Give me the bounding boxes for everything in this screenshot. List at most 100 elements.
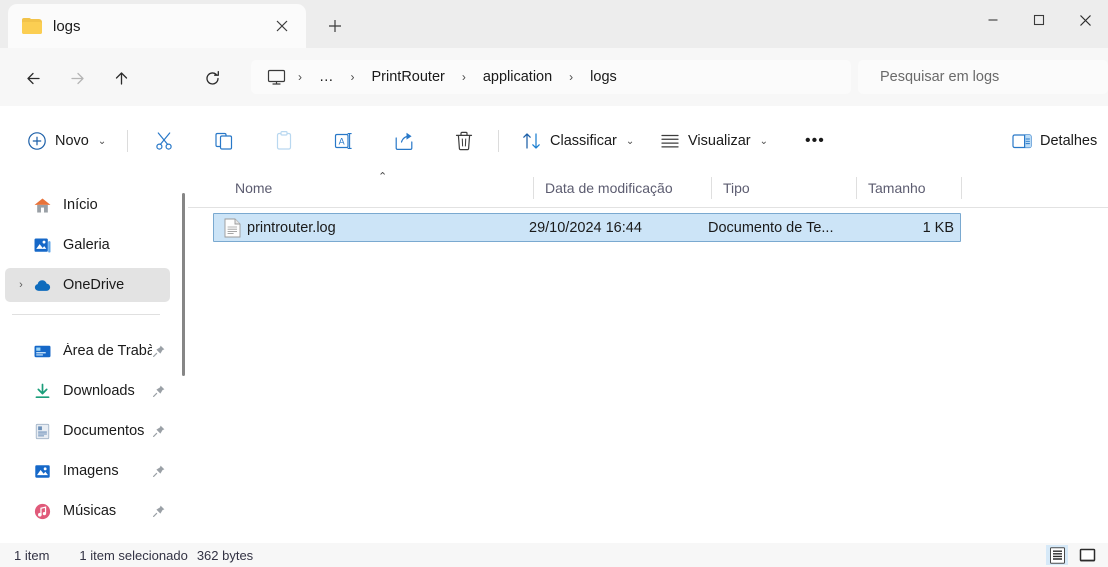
- sidebar-item-onedrive[interactable]: › OneDrive: [5, 268, 170, 302]
- paste-icon: [276, 131, 292, 150]
- toolbar-divider-1: [127, 130, 128, 152]
- file-modified-cell: 29/10/2024 16:44: [529, 219, 642, 236]
- sidebar-item-galeria[interactable]: Galeria: [5, 228, 170, 262]
- maximize-icon: [1033, 14, 1045, 26]
- sidebar-item-imagens[interactable]: Imagens: [5, 454, 170, 488]
- rename-button[interactable]: A: [325, 124, 363, 158]
- new-button-label: Novo: [55, 133, 89, 149]
- address-bar[interactable]: › … › PrintRouter › application › logs: [251, 60, 851, 94]
- column-header-nome[interactable]: ⌃ Nome: [223, 168, 533, 207]
- view-button[interactable]: Visualizar ⌄: [651, 124, 776, 158]
- chevron-right-icon[interactable]: ›: [14, 278, 28, 292]
- sort-button[interactable]: Classificar ⌄: [513, 124, 642, 158]
- column-header-tamanho[interactable]: Tamanho: [856, 168, 961, 207]
- gallery-icon: [34, 237, 51, 253]
- search-input[interactable]: [880, 69, 1095, 85]
- sidebar-item-label: Documentos: [63, 423, 145, 439]
- details-view-icon: [1049, 546, 1065, 564]
- sidebar-item-label: OneDrive: [63, 277, 125, 293]
- sort-button-label: Classificar: [550, 133, 617, 149]
- maximize-button[interactable]: [1016, 0, 1062, 40]
- plus-circle-icon: [28, 132, 46, 150]
- download-icon: [35, 383, 50, 398]
- share-icon: [395, 132, 413, 150]
- up-button[interactable]: [102, 62, 140, 94]
- plus-icon: [329, 20, 341, 32]
- close-icon: [1079, 14, 1091, 26]
- column-header-tipo[interactable]: Tipo: [711, 168, 856, 207]
- music-icon: [34, 503, 51, 519]
- copy-button[interactable]: [205, 124, 243, 158]
- pin-icon: [153, 505, 165, 517]
- sidebar-item-inicio[interactable]: Início: [5, 188, 170, 222]
- pin-icon: [153, 425, 165, 437]
- arrow-up-icon: [115, 71, 127, 85]
- file-type-cell: Documento de Te...: [708, 219, 834, 236]
- close-window-button[interactable]: [1062, 0, 1108, 40]
- title-bar: logs: [0, 0, 1108, 48]
- details-pane-icon: [1012, 134, 1032, 149]
- sidebar-item-label: Músicas: [63, 503, 117, 519]
- sidebar-item-label: Início: [63, 197, 98, 213]
- chevron-down-icon: ⌄: [97, 135, 107, 147]
- navigation-pane: Início Galeria › OneDrive Área de Trabà …: [0, 168, 188, 543]
- file-explorer-window: logs › … › PrintRouter › application › l…: [0, 0, 1108, 567]
- file-list-pane: ⌃ Nome Data de modificação Tipo Tamanho: [188, 168, 1108, 543]
- toolbar-divider-2: [498, 130, 499, 152]
- home-icon: [34, 197, 51, 213]
- new-button[interactable]: Novo ⌄: [18, 124, 114, 158]
- breadcrumb-separator-1: ›: [298, 70, 302, 84]
- breadcrumb-separator-3: ›: [461, 70, 466, 84]
- table-row[interactable]: printrouter.log 29/10/2024 16:44 Documen…: [213, 213, 961, 242]
- breadcrumb-application[interactable]: application: [474, 65, 561, 89]
- document-icon: [35, 423, 50, 439]
- breadcrumb-logs[interactable]: logs: [581, 65, 626, 89]
- breadcrumb-this-pc[interactable]: [263, 65, 290, 90]
- search-box[interactable]: [858, 60, 1108, 94]
- file-icon-cell: [222, 214, 242, 241]
- sidebar-scrollbar[interactable]: [182, 193, 185, 376]
- new-tab-button[interactable]: [320, 11, 350, 41]
- file-size-cell: 1 KB: [922, 219, 954, 236]
- column-label: Nome: [235, 179, 273, 196]
- cut-button[interactable]: [145, 124, 183, 158]
- share-button[interactable]: [385, 124, 423, 158]
- details-pane-button[interactable]: Detalhes: [1003, 124, 1105, 158]
- sidebar-item-label: Imagens: [63, 463, 119, 479]
- column-header-data[interactable]: Data de modificação: [533, 168, 711, 207]
- rename-icon: A: [334, 133, 352, 149]
- minimize-button[interactable]: [970, 0, 1016, 40]
- file-name-cell: printrouter.log: [247, 219, 336, 236]
- refresh-button[interactable]: [193, 62, 231, 94]
- text-file-icon: [224, 218, 240, 237]
- tab-logs[interactable]: logs: [8, 4, 306, 48]
- paste-button: [265, 124, 303, 158]
- sidebar-item-downloads[interactable]: Downloads: [5, 374, 170, 408]
- breadcrumb-printrouter[interactable]: PrintRouter: [363, 65, 454, 89]
- breadcrumb-overflow[interactable]: …: [310, 65, 343, 89]
- large-icons-view-button[interactable]: [1076, 545, 1098, 565]
- more-options-button[interactable]: •••: [797, 124, 833, 158]
- status-bar: 1 item 1 item selecionado 362 bytes: [0, 543, 1108, 567]
- sidebar-item-documentos[interactable]: Documentos: [5, 414, 170, 448]
- status-item-count: 1 item: [14, 547, 50, 563]
- sidebar-item-area-de-trabalho[interactable]: Área de Trabà: [5, 334, 170, 368]
- close-tab-icon[interactable]: [268, 12, 296, 40]
- back-button[interactable]: [14, 62, 52, 94]
- desktop-icon: [34, 345, 51, 357]
- column-divider-4[interactable]: [961, 177, 962, 199]
- sidebar-item-musicas[interactable]: Músicas: [5, 494, 170, 528]
- arrow-left-icon: [26, 72, 40, 84]
- minimize-icon: [988, 19, 998, 21]
- breadcrumb-separator-2: ›: [350, 70, 355, 84]
- status-selection-count: 1 item selecionado: [79, 547, 188, 563]
- pin-icon: [153, 385, 165, 397]
- arrow-right-icon: [70, 72, 84, 84]
- sidebar-item-label: Downloads: [63, 383, 135, 399]
- column-label: Tamanho: [868, 179, 926, 196]
- sort-icon: [523, 133, 540, 149]
- pin-icon: [153, 465, 165, 477]
- delete-button[interactable]: [445, 124, 483, 158]
- status-selection-size: 362 bytes: [196, 547, 254, 563]
- details-view-button[interactable]: [1046, 545, 1068, 565]
